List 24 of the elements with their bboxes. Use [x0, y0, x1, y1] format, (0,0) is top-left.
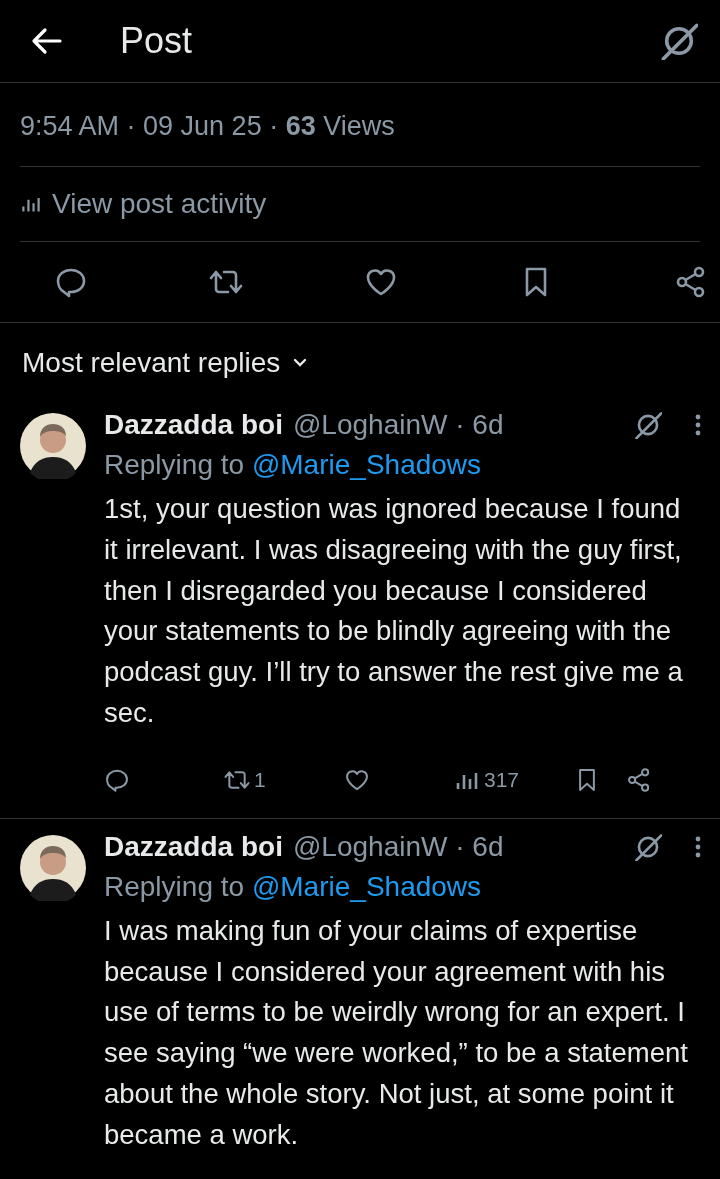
share-icon[interactable]	[626, 766, 652, 793]
reply-text: I was making fun of your claims of expertise because I considered your agreement with his use of terms to be weirdly wrong for an expert. I see saying “we were worked,” to be a statement about the whole story. Not just, at some point it became a work.	[104, 913, 689, 1152]
slashed-circle-icon[interactable]	[634, 411, 662, 439]
author-name[interactable]: Dazzadda boi	[104, 830, 283, 863]
mention-link[interactable]: @Marie_Shadows	[251, 870, 482, 902]
avatar[interactable]	[20, 413, 86, 479]
author-handle: @LoghainW · 6d	[292, 409, 505, 441]
page-title: Post	[120, 20, 194, 62]
view-activity-link[interactable]: View post activity	[52, 188, 267, 220]
replies-sort-label[interactable]: Most relevant replies	[22, 347, 281, 379]
post-timestamp: 9:54 AM · 09 Jun 25 · 63 Views	[20, 83, 700, 167]
mention-link[interactable]: @Marie_Shadows	[251, 449, 482, 480]
slashed-circle-icon[interactable]	[634, 832, 662, 861]
more-icon[interactable]	[694, 413, 702, 437]
replying-to-text: Replying to @Marie_Shadows	[104, 448, 483, 482]
slashed-circle-icon[interactable]	[660, 22, 698, 60]
repost-count: 1	[254, 767, 266, 792]
replying-to-text: Replying to @Marie_Shadows	[104, 869, 483, 904]
author-name[interactable]: Dazzadda boi	[104, 409, 283, 441]
avatar[interactable]	[20, 834, 86, 901]
view-count: 317	[484, 767, 520, 792]
author-handle: @LoghainW · 6d	[292, 830, 505, 863]
reply-text: 1st, your question was ignored because I found it irrelevant. I was disagreeing with the guy first, then I disregarded you because I considered your statements to be blindly agreeing with the podcast guy. I’ll try to answer the rest give me a sec.	[104, 492, 684, 730]
more-icon[interactable]	[694, 834, 702, 859]
